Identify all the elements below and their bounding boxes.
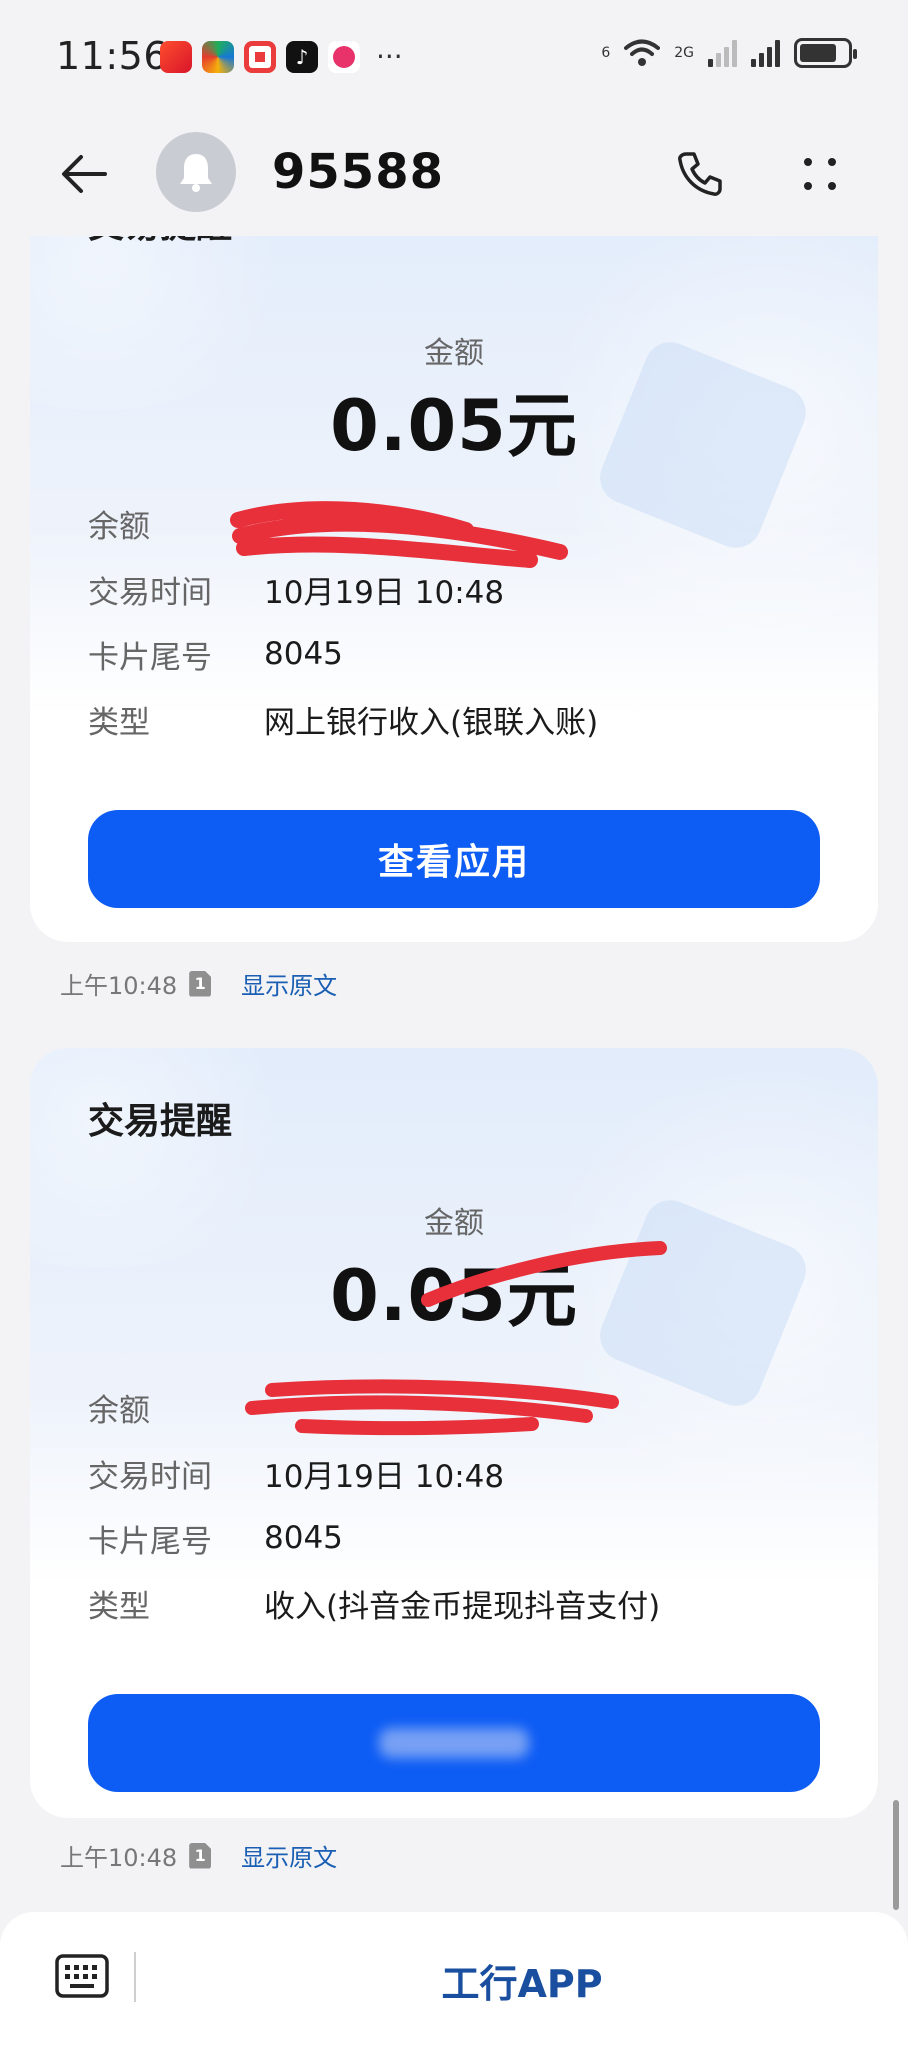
- view-app-button[interactable]: 查看应用: [88, 810, 820, 908]
- tiktok-icon: ♪: [286, 40, 318, 73]
- more-dots-icon: [804, 158, 836, 190]
- card-title: 交易提醒: [88, 236, 232, 248]
- amount-value: 0.05元: [330, 1255, 578, 1337]
- back-arrow-icon: [62, 155, 107, 193]
- row-key: 卡片尾号: [88, 639, 212, 676]
- wifi-icon: [624, 39, 661, 66]
- bell-icon: [180, 154, 212, 192]
- message-time: 上午10:48: [60, 972, 178, 1000]
- show-original-link[interactable]: 显示原文: [241, 966, 337, 1001]
- more-notifications-icon: ···: [376, 40, 403, 73]
- notification-icons: ♪ ···: [160, 40, 403, 73]
- message-time: 上午10:48: [60, 1844, 178, 1872]
- battery-icon: [794, 38, 857, 68]
- row-value: 网上银行收入(银联入账): [264, 704, 599, 741]
- type-row: 类型 收入(抖音金币提现抖音支付): [88, 1578, 848, 1628]
- more-options-button[interactable]: [788, 142, 852, 206]
- message-meta: 上午10:48 1 显示原文: [60, 966, 337, 1001]
- call-button[interactable]: [668, 142, 732, 206]
- card-number-row: 卡片尾号 8045: [88, 629, 848, 679]
- back-button[interactable]: [52, 142, 116, 206]
- message-meta: 上午10:48 1 显示原文: [60, 1838, 337, 1873]
- row-value: 8045: [264, 1520, 343, 1556]
- amount-label: 金额: [424, 336, 484, 371]
- network-label: 6: [601, 45, 611, 61]
- row-value: 10月19日 10:48: [264, 574, 505, 611]
- app-notification-icon: [160, 40, 192, 73]
- amount-label: 金额: [424, 1206, 484, 1241]
- type-row: 类型 网上银行收入(银联入账): [88, 694, 848, 744]
- sim-icon: 1: [189, 1842, 212, 1869]
- time-row: 交易时间 10月19日 10:48: [88, 564, 848, 614]
- bottom-bar: 工行APP: [0, 1912, 908, 2048]
- conversation-header: 95588: [0, 112, 908, 236]
- row-key: 交易时间: [88, 574, 212, 611]
- card-number-row: 卡片尾号 8045: [88, 1513, 848, 1563]
- row-key: 余额: [88, 1392, 150, 1429]
- cell-signal-icon: [708, 39, 737, 67]
- card-title: 交易提醒: [88, 1101, 233, 1142]
- keyboard-button[interactable]: [52, 1950, 112, 2002]
- balance-row: 余额: [88, 1382, 848, 1432]
- network-label: 2G: [674, 45, 694, 61]
- clock: 11:56: [56, 34, 169, 78]
- amount-value: 0.05元: [330, 385, 578, 467]
- system-icons: 6 2G: [601, 38, 857, 68]
- cell-signal-icon: [751, 39, 780, 67]
- sim-icon: 1: [189, 970, 212, 997]
- transaction-card: 交易提醒 金额 0.05元 余额 交易时间 10月19日 10:48 卡片尾号 …: [30, 236, 878, 942]
- app-notification-icon: [328, 40, 360, 73]
- row-value: 8045: [264, 636, 343, 672]
- app-notification-icon: [202, 40, 234, 73]
- transaction-card: 交易提醒 金额 0.05元 余额 交易时间 10月19日 10:48 卡片尾号 …: [30, 1048, 878, 1818]
- obscured-label-placeholder: [379, 1728, 529, 1758]
- row-value: 收入(抖音金币提现抖音支付): [264, 1588, 661, 1625]
- message-list[interactable]: 交易提醒 金额 0.05元 余额 交易时间 10月19日 10:48 卡片尾号 …: [0, 236, 908, 1912]
- icbc-app-link[interactable]: 工行APP: [136, 1912, 908, 2048]
- contact-name: 95588: [272, 144, 444, 200]
- row-key: 卡片尾号: [88, 1523, 212, 1560]
- row-key: 余额: [88, 508, 150, 545]
- row-value: 10月19日 10:48: [264, 1458, 505, 1495]
- avatar[interactable]: [156, 132, 236, 212]
- scrollbar[interactable]: [893, 1800, 899, 1910]
- time-row: 交易时间 10月19日 10:48: [88, 1448, 848, 1498]
- row-key: 交易时间: [88, 1458, 212, 1495]
- row-key: 类型: [88, 1588, 150, 1625]
- status-bar: 11:56 ♪ ··· 6 2G: [0, 0, 908, 112]
- balance-row: 余额: [88, 498, 848, 548]
- app-notification-icon: [244, 40, 276, 73]
- phone-icon: [678, 152, 722, 196]
- action-button[interactable]: [88, 1694, 820, 1792]
- show-original-link[interactable]: 显示原文: [241, 1838, 337, 1873]
- row-key: 类型: [88, 704, 150, 741]
- keyboard-icon: [55, 1954, 109, 1998]
